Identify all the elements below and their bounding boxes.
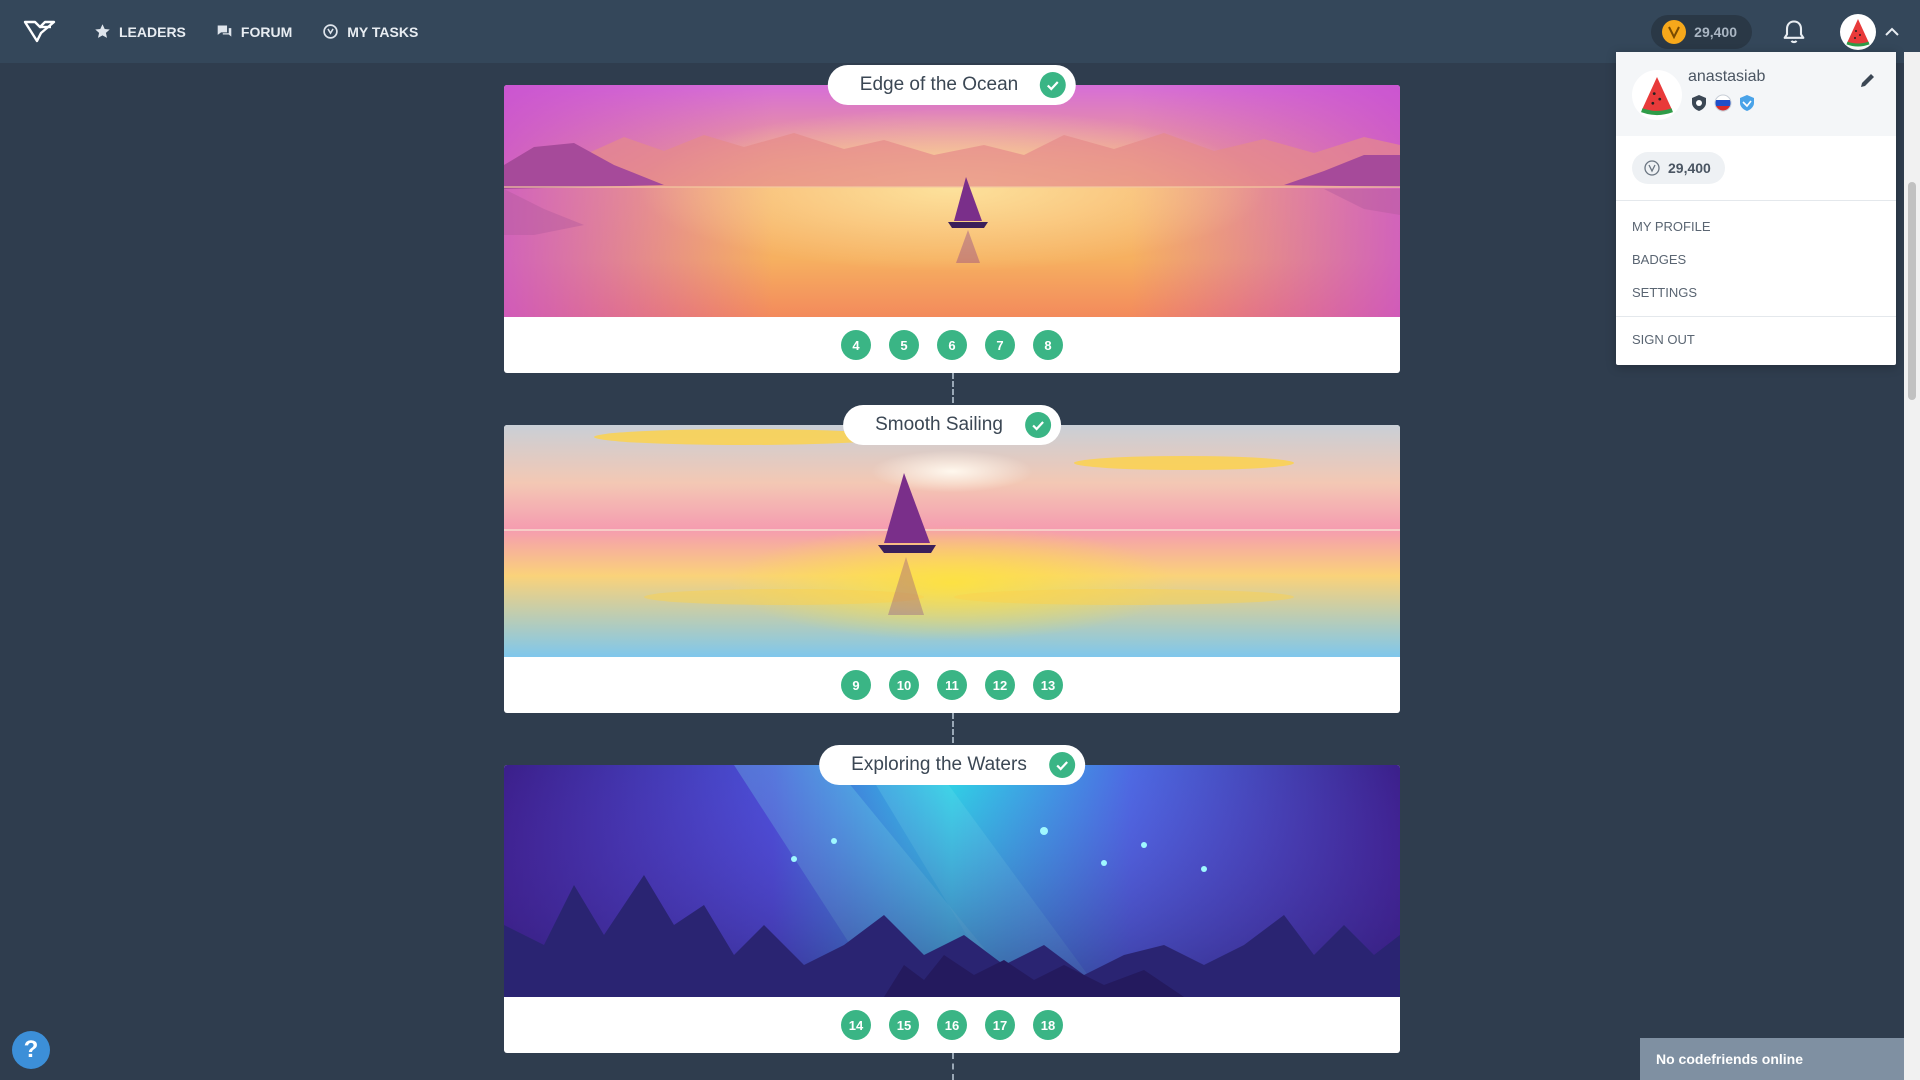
level-step[interactable]: 13 — [1033, 670, 1063, 700]
level-scene-image[interactable] — [504, 765, 1400, 997]
tasks-icon — [323, 24, 338, 39]
completed-check-icon — [1024, 412, 1051, 438]
menu-item-my-profile[interactable]: MY PROFILE — [1632, 218, 1711, 251]
level-step[interactable]: 9 — [841, 670, 871, 700]
scrollbar-thumb[interactable] — [1908, 182, 1916, 400]
level-step[interactable]: 18 — [1033, 1010, 1063, 1040]
level-steps: 4 5 6 7 8 — [504, 317, 1400, 373]
level-scene-image[interactable] — [504, 425, 1400, 657]
watermelon-avatar-icon — [1641, 77, 1673, 116]
path-connector — [952, 373, 954, 403]
shield-badge-icon — [1692, 95, 1706, 111]
profile-dropdown: anastasiab 29,400 MY PROFILE BADGES SETT… — [1616, 52, 1896, 365]
nav-my-tasks[interactable]: MY TASKS — [322, 23, 418, 40]
profile-header: anastasiab — [1616, 52, 1896, 136]
level-step[interactable]: 10 — [889, 670, 919, 700]
menu-item-settings[interactable]: SETTINGS — [1632, 284, 1711, 317]
level-step[interactable]: 4 — [841, 330, 871, 360]
completed-check-icon — [1048, 752, 1075, 778]
level-step[interactable]: 12 — [985, 670, 1015, 700]
level-step[interactable]: 16 — [937, 1010, 967, 1040]
level-title-pill: Smooth Sailing — [843, 405, 1061, 445]
chevron-up-icon[interactable] — [1882, 22, 1902, 42]
main-nav: LEADERS FORUM MY TASKS — [94, 23, 418, 40]
nav-leaders[interactable]: LEADERS — [94, 23, 186, 40]
nav-leaders-label: LEADERS — [119, 23, 186, 40]
level-step[interactable]: 7 — [985, 330, 1015, 360]
balance-pill[interactable]: 29,400 — [1651, 14, 1752, 49]
path-connector — [952, 1053, 954, 1080]
star-icon — [95, 24, 110, 38]
level-step[interactable]: 8 — [1033, 330, 1063, 360]
level-step[interactable]: 15 — [889, 1010, 919, 1040]
russia-flag-icon — [1714, 94, 1732, 112]
balance-value: 29,400 — [1694, 23, 1737, 40]
level-card-smooth-sailing: Smooth Sailing 9 10 11 12 13 — [504, 405, 1400, 713]
coin-icon — [1662, 19, 1687, 44]
level-steps: 14 15 16 17 18 — [504, 997, 1400, 1053]
codefriends-status: No codefriends online — [1656, 1051, 1804, 1067]
level-title: Exploring the Waters — [851, 754, 1027, 775]
level-step[interactable]: 6 — [937, 330, 967, 360]
completed-check-icon — [1040, 72, 1067, 98]
coin-icon — [1644, 160, 1660, 176]
level-step[interactable]: 5 — [889, 330, 919, 360]
level-title: Edge of the Ocean — [859, 74, 1019, 95]
edit-pencil-icon[interactable] — [1858, 70, 1878, 90]
avatar[interactable] — [1840, 13, 1876, 50]
level-step[interactable]: 17 — [985, 1010, 1015, 1040]
page-scrollbar[interactable] — [1904, 52, 1920, 1080]
logo-icon — [23, 20, 56, 42]
profile-badges — [1690, 94, 1756, 112]
level-step[interactable]: 11 — [937, 670, 967, 700]
notifications-bell-icon[interactable] — [1780, 18, 1808, 46]
nav-my-tasks-label: MY TASKS — [347, 23, 419, 40]
level-title: Smooth Sailing — [875, 414, 1003, 435]
divider — [1616, 316, 1896, 317]
sign-out-link[interactable]: SIGN OUT — [1632, 332, 1695, 347]
level-steps: 9 10 11 12 13 — [504, 657, 1400, 713]
path-connector — [952, 713, 954, 743]
level-card-exploring-the-waters: Exploring the Waters 14 15 16 17 18 — [504, 745, 1400, 1053]
profile-username: anastasiab — [1688, 68, 1766, 85]
level-card-edge-of-the-ocean: Edge of the Ocean 4 5 6 7 8 — [504, 65, 1400, 373]
level-step[interactable]: 14 — [841, 1010, 871, 1040]
help-button[interactable]: ? — [12, 1031, 50, 1069]
divider — [1616, 200, 1896, 201]
profile-avatar[interactable] — [1632, 70, 1682, 120]
blue-shield-badge-icon — [1740, 95, 1754, 111]
nav-forum[interactable]: FORUM — [216, 23, 292, 40]
profile-balance: 29,400 — [1632, 152, 1725, 184]
forum-icon — [217, 25, 232, 37]
logo[interactable] — [20, 12, 60, 52]
level-title-pill: Exploring the Waters — [819, 745, 1085, 785]
profile-menu-list: MY PROFILE BADGES SETTINGS — [1632, 218, 1711, 317]
watermelon-avatar-icon — [1846, 18, 1870, 46]
codefriends-bar[interactable]: No codefriends online — [1640, 1038, 1904, 1080]
menu-item-badges[interactable]: BADGES — [1632, 251, 1711, 284]
profile-balance-value: 29,400 — [1668, 160, 1711, 176]
level-scene-image[interactable] — [504, 85, 1400, 317]
nav-forum-label: FORUM — [240, 23, 293, 40]
level-title-pill: Edge of the Ocean — [827, 65, 1077, 105]
